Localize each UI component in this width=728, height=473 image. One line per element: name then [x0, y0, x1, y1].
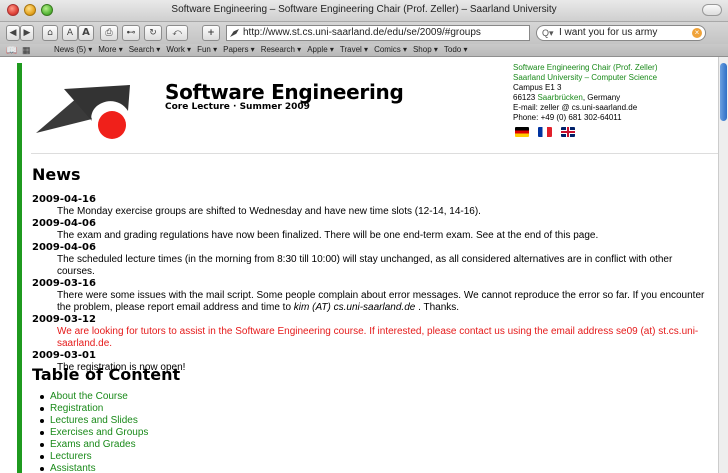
new-tab-button[interactable]: + — [202, 25, 220, 41]
print-button[interactable]: ⎙ — [100, 25, 118, 41]
toc-link[interactable]: Exams and Grades — [38, 439, 148, 451]
toc-list: About the Course Registration Lectures and… — [38, 391, 148, 473]
back-button[interactable]: ◀ — [6, 25, 20, 41]
language-flags — [515, 127, 579, 146]
news-date: 2009-04-16 — [32, 194, 96, 205]
news-text: We are looking for tutors to assist in t… — [57, 326, 699, 349]
address-bar-url: http://www.st.cs.uni-saarland.de/edu/se/… — [243, 27, 481, 38]
accent-bar — [17, 63, 22, 473]
reload-icon: ↻ — [149, 28, 157, 38]
bookmark-item[interactable]: Apple ▾ — [307, 45, 334, 54]
bookmark-item[interactable]: Work ▾ — [166, 45, 191, 54]
page-subtitle: Core Lecture · Summer 2009 — [165, 102, 310, 112]
web-page: Software Engineering Core Lecture · Summ… — [0, 57, 718, 473]
bookmark-item[interactable]: Travel ▾ — [340, 45, 368, 54]
news-date: 2009-03-16 — [32, 278, 96, 289]
snapback-button[interactable]: ⤺ — [166, 25, 188, 41]
contact-block: Software Engineering Chair (Prof. Zeller… — [513, 63, 658, 123]
window-titlebar: Software Engineering – Software Engineer… — [0, 0, 728, 22]
forward-icon: ▶ — [23, 28, 31, 38]
search-field[interactable]: Q▾ I want you for us army × — [536, 25, 706, 41]
snapback-icon: ⤺ — [172, 28, 182, 38]
bookmark-button[interactable]: ⊷ — [122, 25, 140, 41]
news-date: 2009-04-06 — [32, 218, 96, 229]
chair-link[interactable]: Software Engineering Chair (Prof. Zeller… — [513, 63, 658, 73]
open-book-icon[interactable]: 📖 — [6, 45, 17, 56]
font-larger-button[interactable]: A — [78, 25, 94, 41]
toolbar-toggle-button[interactable] — [702, 4, 722, 16]
bookmarks-bar: 📖 ▦ News (5) ▾ More ▾ Search ▾ Work ▾ Fun ▾ P… — [0, 44, 728, 57]
toc-link[interactable]: Lectures and Slides — [38, 415, 148, 427]
scrollbar-thumb[interactable] — [720, 63, 727, 121]
page-title: Software Engineering — [165, 80, 404, 104]
toc-link[interactable]: Registration — [38, 403, 148, 415]
address-bar[interactable]: http://www.st.cs.uni-saarland.de/edu/se/… — [226, 25, 530, 41]
browser-toolbar: ◀ ▶ ⌂ A A ⎙ ⊷ ↻ ⤺ + http://www.st.cs.uni… — [0, 22, 728, 44]
bookmark-item[interactable]: More ▾ — [98, 45, 122, 54]
news-date: 2009-04-06 — [32, 242, 96, 253]
printer-icon: ⎙ — [105, 28, 113, 38]
bookmark-item[interactable]: Comics ▾ — [374, 45, 407, 54]
news-text: The Monday exercise groups are shifted t… — [57, 206, 481, 217]
bookmark-icon: ⊷ — [126, 28, 136, 38]
font-smaller-button[interactable]: A — [62, 25, 78, 41]
forward-button[interactable]: ▶ — [20, 25, 34, 41]
phone-number: Phone: +49 (0) 681 302-64011 — [513, 113, 622, 122]
news-list: 2009-04-16 The Monday exercise groups are… — [32, 194, 712, 374]
header-divider — [31, 153, 718, 154]
french-flag-icon[interactable] — [538, 127, 553, 137]
bookmark-item[interactable]: Search ▾ — [129, 45, 161, 54]
bookmarks-list: News (5) ▾ More ▾ Search ▾ Work ▾ Fun ▾ Paper… — [54, 45, 473, 54]
back-icon: ◀ — [9, 28, 17, 38]
campus-address: Campus E1 3 — [513, 83, 562, 92]
chair-logo — [36, 85, 130, 139]
clear-search-icon[interactable]: × — [692, 28, 702, 38]
news-heading: News — [32, 165, 81, 184]
university-link[interactable]: Saarland University – Computer Science — [513, 73, 658, 83]
page-scrollbar[interactable] — [718, 57, 728, 473]
city-link[interactable]: Saarbrücken — [537, 93, 582, 102]
bookmark-item[interactable]: Papers ▾ — [223, 45, 255, 54]
toc-link[interactable]: Assistants — [38, 463, 148, 473]
bookmark-item[interactable]: Todo ▾ — [444, 45, 468, 54]
toc-link[interactable]: Lecturers — [38, 451, 148, 463]
uk-flag-icon[interactable] — [561, 127, 576, 137]
toc-heading: Table of Content — [32, 365, 181, 384]
toc-link[interactable]: About the Course — [38, 391, 148, 403]
german-flag-icon[interactable] — [515, 127, 529, 137]
bookmark-item[interactable]: Fun ▾ — [197, 45, 217, 54]
city-address: 66123 Saarbrücken, Germany — [513, 93, 621, 102]
news-date: 2009-03-12 — [32, 314, 96, 325]
home-icon: ⌂ — [47, 28, 53, 38]
window-title: Software Engineering – Software Engineer… — [171, 4, 557, 15]
bookmark-item[interactable]: Shop ▾ — [413, 45, 438, 54]
news-text: There were some issues with the mail scr… — [57, 290, 705, 313]
plus-icon: + — [207, 28, 215, 38]
toc-link[interactable]: Exercises and Groups — [38, 427, 148, 439]
news-text: The scheduled lecture times (in the morn… — [57, 254, 673, 277]
home-button[interactable]: ⌂ — [42, 25, 58, 41]
bookmark-item[interactable]: News (5) ▾ — [54, 45, 92, 54]
grid-icon[interactable]: ▦ — [22, 45, 31, 56]
search-query: I want you for us army — [559, 27, 658, 38]
news-email: kim (AT) cs.uni-saarland.de — [293, 302, 416, 313]
search-icon: Q▾ — [542, 28, 554, 38]
news-date: 2009-03-01 — [32, 350, 96, 361]
email-address: E-mail: zeller @ cs.uni-saarland.de — [513, 103, 638, 112]
site-favicon-icon — [230, 29, 239, 37]
bookmark-item[interactable]: Research ▾ — [261, 45, 301, 54]
news-text: The exam and grading regulations have no… — [57, 230, 599, 241]
reload-button[interactable]: ↻ — [144, 25, 162, 41]
